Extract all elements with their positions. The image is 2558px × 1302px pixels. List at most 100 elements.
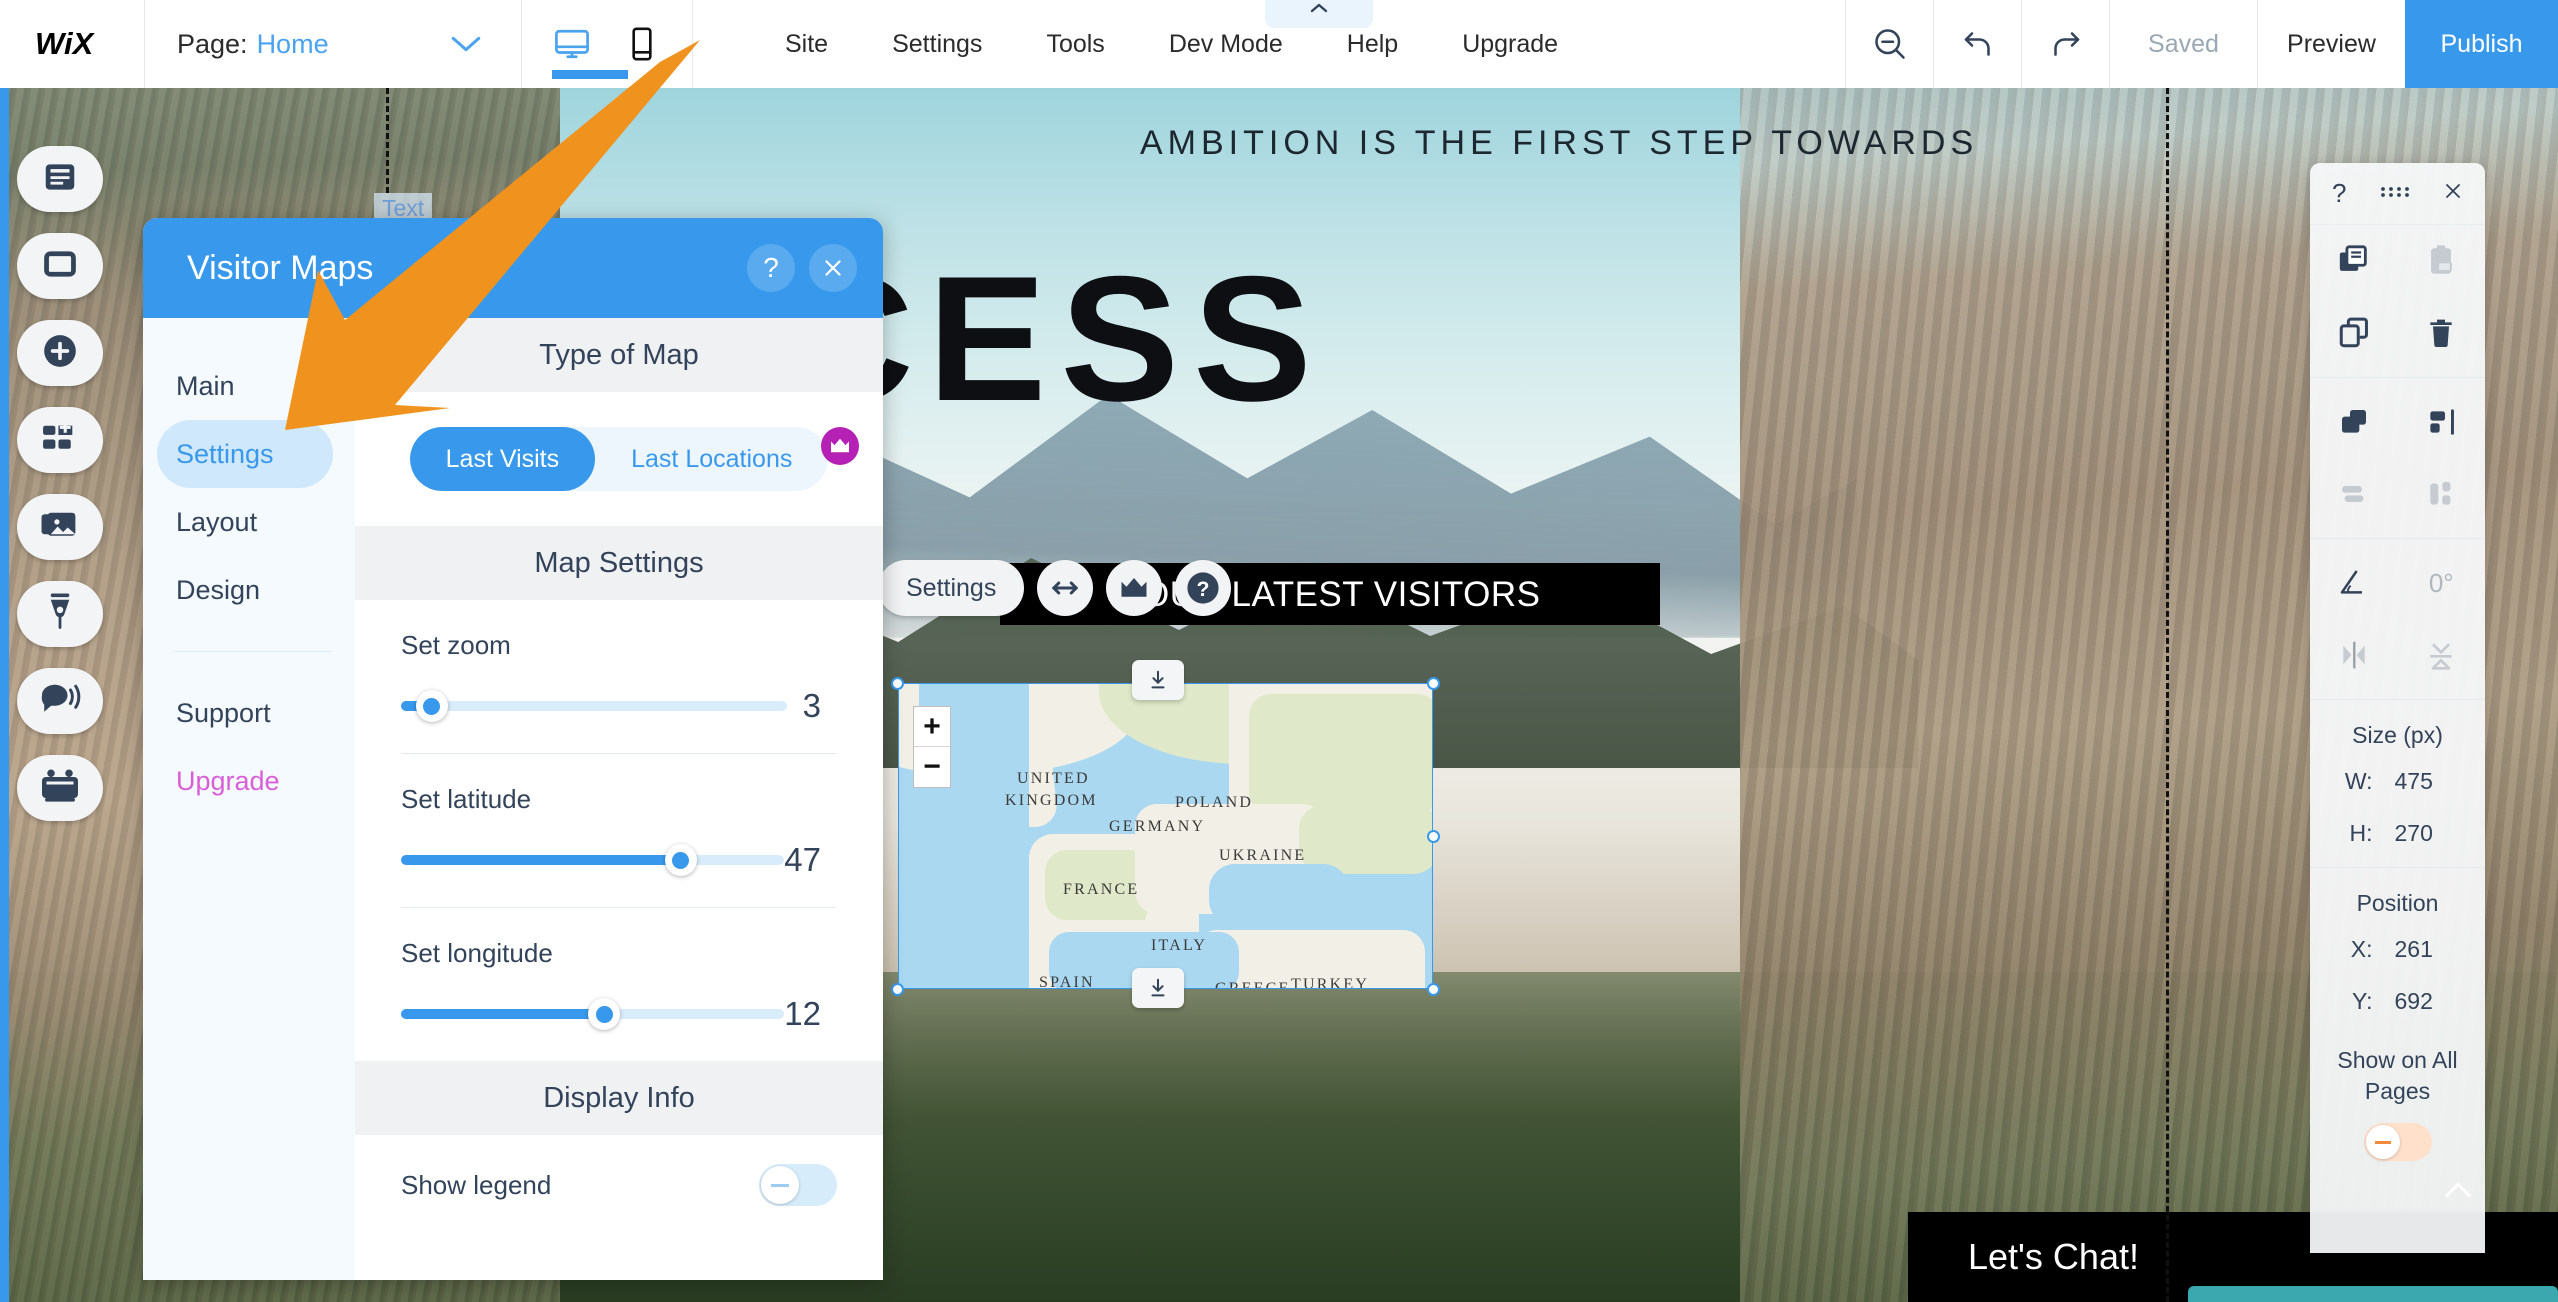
show-legend-label: Show legend: [401, 1169, 552, 1200]
width-field[interactable]: W: 475: [2310, 755, 2485, 807]
sidebar-item-pages[interactable]: [17, 146, 103, 212]
panel-rotate-grid: 0°: [2310, 547, 2485, 691]
show-on-all-pages-toggle[interactable]: [2363, 1123, 2432, 1162]
left-toolbar: [17, 146, 103, 821]
dialog-nav-upgrade[interactable]: Upgrade: [143, 747, 355, 815]
sidebar-item-media[interactable]: [17, 494, 103, 560]
map-zoom-in-button[interactable]: +: [914, 707, 950, 747]
rotation-value[interactable]: 0°: [2398, 547, 2486, 619]
delete-icon[interactable]: [2398, 297, 2486, 369]
duplicate-icon[interactable]: [2310, 225, 2398, 297]
chat-widget-bubble[interactable]: [2188, 1286, 2558, 1302]
drag-handle-icon[interactable]: [2380, 185, 2410, 203]
map-canvas[interactable]: + − UNITED KINGDOM POLAND GERMANY UKRAINE FRA…: [899, 684, 1432, 988]
question-mark-icon[interactable]: ?: [747, 244, 795, 292]
show-legend-toggle[interactable]: [759, 1164, 837, 1206]
widget-toolbar: Settings ?: [878, 560, 1232, 616]
widget-settings-label: Settings: [906, 573, 997, 602]
set-latitude-slider[interactable]: [401, 844, 785, 876]
position-section-title: Position: [2356, 890, 2439, 916]
distribute-vertical-icon[interactable]: [2398, 458, 2486, 530]
position-x-field[interactable]: X: 261: [2310, 923, 2485, 975]
sidebar-item-add-apps[interactable]: [17, 407, 103, 473]
crown-icon[interactable]: [821, 427, 859, 465]
element-tools-panel: ? 0° Size (px) W: 475 H: 270 Position X:…: [2310, 163, 2485, 1253]
menu-site[interactable]: Site: [753, 0, 860, 88]
drag-handle-top[interactable]: [1132, 660, 1184, 700]
resize-handle-bl[interactable]: [891, 983, 904, 996]
sidebar-item-background[interactable]: [17, 233, 103, 299]
zoom-out-icon[interactable]: [1845, 0, 1933, 88]
sidebar-item-add[interactable]: [17, 320, 103, 386]
set-longitude-slider[interactable]: [401, 998, 785, 1030]
page-selector[interactable]: Page: Home: [145, 0, 410, 88]
map-widget[interactable]: + − UNITED KINGDOM POLAND GERMANY UKRAINE FRA…: [898, 683, 1433, 989]
menu-settings[interactable]: Settings: [860, 0, 1014, 88]
redo-icon[interactable]: [2021, 0, 2109, 88]
sidebar-item-blog[interactable]: [17, 581, 103, 647]
map-zoom-out-button[interactable]: −: [914, 747, 950, 787]
position-y-field[interactable]: Y: 692: [2310, 975, 2485, 1027]
flip-horizontal-icon[interactable]: [2310, 619, 2398, 691]
height-value[interactable]: 270: [2395, 820, 2453, 847]
map-country-label: GREECE: [1215, 980, 1290, 988]
mobile-icon[interactable]: [620, 14, 664, 74]
map-zoom-controls[interactable]: + −: [913, 706, 951, 788]
dialog-body: Main Settings Layout Design Support Upgrade …: [143, 318, 883, 1280]
set-latitude-slider-row: Set latitude 47: [401, 754, 837, 907]
question-mark-icon[interactable]: ?: [2332, 178, 2346, 209]
map-type-option-last-visits[interactable]: Last Visits: [409, 427, 596, 491]
set-latitude-slider-knob[interactable]: [664, 844, 697, 876]
copy-icon[interactable]: [2310, 297, 2398, 369]
menu-upgrade[interactable]: Upgrade: [1430, 0, 1590, 88]
widget-settings-button[interactable]: Settings: [878, 560, 1025, 616]
collapse-chevron-icon[interactable]: [1265, 0, 1373, 28]
resize-handle-mr[interactable]: [1427, 830, 1440, 843]
map-type-option-last-locations[interactable]: Last Locations: [595, 427, 828, 491]
resize-handle-tl[interactable]: [891, 677, 904, 690]
crown-icon[interactable]: [1106, 560, 1163, 616]
rotate-angle-icon[interactable]: [2310, 547, 2398, 619]
dialog-nav-support[interactable]: Support: [143, 679, 355, 747]
close-icon[interactable]: [809, 244, 857, 292]
resize-handle-tr[interactable]: [1427, 677, 1440, 690]
flip-vertical-icon[interactable]: [2398, 619, 2486, 691]
map-country-label: POLAND: [1175, 794, 1254, 811]
arrange-layers-icon[interactable]: [2310, 386, 2398, 458]
wix-logo[interactable]: WiX: [0, 0, 145, 88]
dialog-nav-settings[interactable]: Settings: [157, 420, 333, 488]
stretch-arrows-icon[interactable]: [1037, 560, 1094, 616]
width-value[interactable]: 475: [2395, 768, 2453, 795]
align-icon[interactable]: [2398, 386, 2486, 458]
sidebar-item-chat[interactable]: [17, 668, 103, 734]
position-x-value[interactable]: 261: [2395, 936, 2453, 963]
publish-button[interactable]: Publish: [2405, 0, 2558, 88]
distribute-horizontal-icon[interactable]: [2310, 458, 2398, 530]
dialog-nav-layout[interactable]: Layout: [143, 488, 355, 556]
undo-icon[interactable]: [1933, 0, 2021, 88]
page-right-guide: [2166, 88, 2169, 1302]
resize-handle-br[interactable]: [1427, 983, 1440, 996]
set-longitude-slider-knob[interactable]: [588, 998, 621, 1030]
chevron-down-icon[interactable]: [410, 0, 522, 88]
menu-tools[interactable]: Tools: [1014, 0, 1136, 88]
paste-icon[interactable]: [2398, 225, 2486, 297]
drag-handle-bottom[interactable]: [1132, 968, 1184, 1008]
panel-collapse-chevron-icon[interactable]: [2441, 1180, 2475, 1205]
desktop-icon[interactable]: [550, 14, 628, 79]
close-icon[interactable]: [2443, 181, 2463, 206]
canvas-tagline[interactable]: AMBITION IS THE FIRST STEP TOWARDS: [1140, 124, 1978, 163]
position-y-label: Y:: [2352, 987, 2373, 1014]
height-field[interactable]: H: 270: [2310, 807, 2485, 859]
map-type-segmented-control: Last Visits Last Locations: [409, 427, 829, 491]
map-country-label: GERMANY: [1109, 818, 1206, 835]
position-y-value[interactable]: 692: [2395, 988, 2453, 1015]
question-mark-icon[interactable]: ?: [1175, 560, 1232, 616]
set-zoom-slider-knob[interactable]: [415, 690, 448, 722]
sidebar-item-bookings[interactable]: [17, 755, 103, 821]
preview-button[interactable]: Preview: [2257, 0, 2405, 88]
set-zoom-slider[interactable]: [401, 690, 787, 722]
dialog-nav-design[interactable]: Design: [143, 556, 355, 624]
background-icon: [41, 245, 79, 288]
dialog-nav-main[interactable]: Main: [143, 352, 355, 420]
